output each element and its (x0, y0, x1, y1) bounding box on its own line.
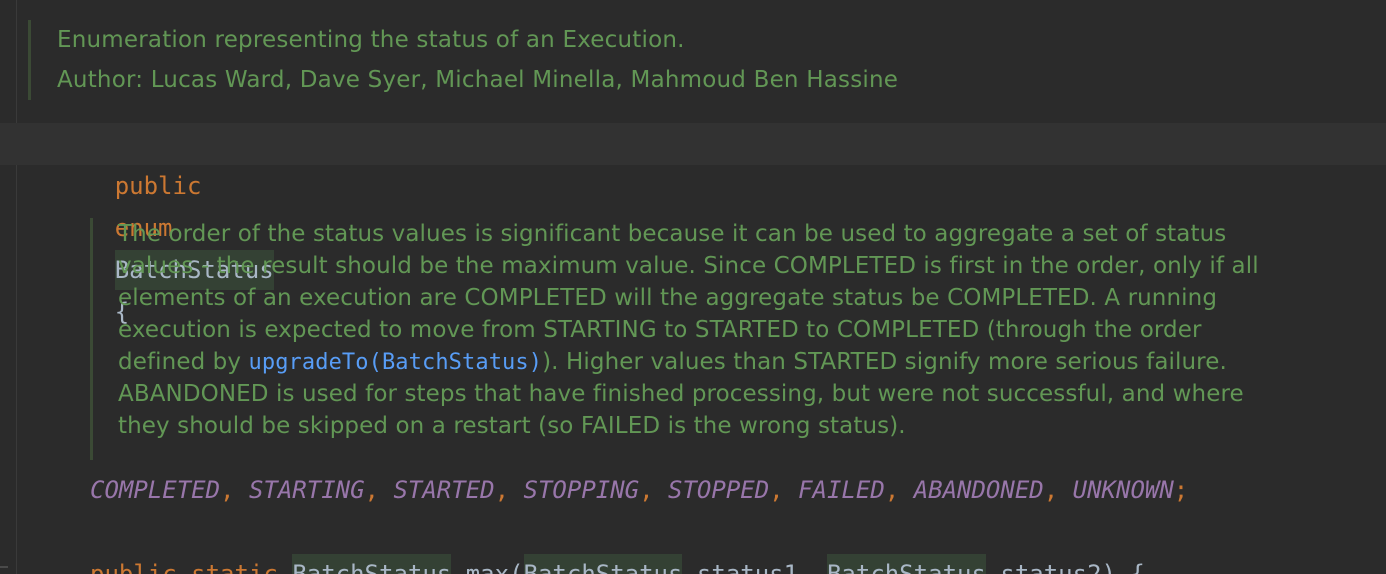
enum-constant[interactable]: FAILED (798, 476, 885, 504)
enum-javadoc: The order of the status values is signif… (90, 218, 1368, 460)
enum-constant[interactable]: UNKNOWN (1073, 476, 1174, 504)
comma: , (220, 476, 235, 504)
doc-text: defined by (118, 349, 249, 375)
comma: , (364, 476, 379, 504)
keyword-public: public (90, 560, 177, 574)
comma: , (494, 476, 510, 504)
enum-constant[interactable]: COMPLETED (90, 476, 220, 504)
doc-line: defined by upgradeTo(BatchStatus)). High… (118, 346, 1368, 378)
doc-line: elements of an execution are COMPLETED w… (118, 285, 1218, 311)
enum-constant[interactable]: STARTED (393, 476, 494, 504)
class-author: Author: Lucas Ward, Dave Syer, Michael M… (57, 67, 899, 93)
enum-constant[interactable]: STOPPING (524, 476, 640, 504)
method-name[interactable]: max( (466, 560, 524, 574)
param-name: status2) { (1000, 560, 1145, 574)
class-description: Enumeration representing the status of a… (57, 27, 685, 53)
doc-text: ). Higher values than STARTED signify mo… (542, 349, 1227, 375)
editor-gutter (16, 0, 17, 574)
param-name: status1, (696, 560, 813, 574)
comma: , (639, 476, 654, 504)
enum-constant[interactable]: ABANDONED (914, 476, 1044, 504)
upgradeto-link[interactable]: upgradeTo(BatchStatus) (249, 350, 543, 375)
enum-constant[interactable]: STARTING (249, 476, 365, 504)
doc-line: ABANDONED is used for steps that have fi… (118, 381, 1244, 407)
keyword-public: public (114, 172, 202, 200)
method-declaration-line[interactable]: public static BatchStatus max(BatchStatu… (90, 554, 1145, 574)
param-type[interactable]: BatchStatus (523, 554, 683, 574)
enum-constant[interactable]: STOPPED (668, 476, 769, 504)
comma: , (769, 476, 784, 504)
doc-line: they should be skipped on a restart (so … (118, 413, 906, 439)
code-editor[interactable]: Enumeration representing the status of a… (0, 0, 1386, 574)
doc-line: values - the result should be the maximu… (118, 253, 1259, 279)
gutter-marker (0, 566, 8, 568)
comma: , (884, 476, 900, 504)
return-type[interactable]: BatchStatus (292, 554, 452, 574)
class-javadoc: Enumeration representing the status of a… (28, 20, 1377, 100)
comma: , (1043, 476, 1059, 504)
class-declaration-line[interactable]: public enum BatchStatus { (0, 123, 1386, 326)
doc-line: The order of the status values is signif… (118, 221, 1227, 247)
keyword-static: static (191, 560, 278, 574)
enum-constants-line[interactable]: COMPLETED, STARTING, STARTED, STOPPING, … (90, 472, 1188, 508)
param-type[interactable]: BatchStatus (826, 554, 986, 574)
semicolon: ; (1173, 476, 1189, 504)
doc-line: execution is expected to move from START… (118, 317, 1202, 343)
